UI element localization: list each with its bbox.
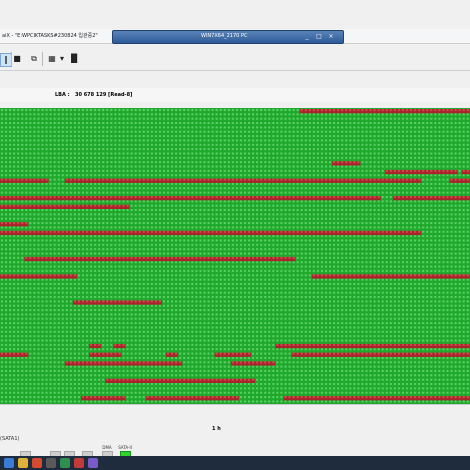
bad-sector-run: [64, 178, 422, 183]
bad-sector-run: [24, 256, 296, 262]
sector-map: [0, 108, 470, 404]
bad-sector-run: [0, 204, 130, 209]
bad-sector-run: [89, 343, 102, 349]
chart-button[interactable]: ▐▌: [68, 53, 80, 65]
minimize-button[interactable]: _: [303, 33, 311, 41]
bad-sector-run: [81, 396, 126, 401]
restore-button[interactable]: □: [315, 33, 323, 41]
close-button[interactable]: ×: [327, 33, 335, 41]
media-icon[interactable]: [46, 458, 56, 468]
bad-sector-run: [145, 396, 239, 401]
sata-port-label: (SATA1): [0, 436, 20, 442]
bad-sector-run: [384, 169, 458, 175]
copy-button[interactable]: ⧉: [28, 53, 40, 65]
bad-sector-run: [214, 352, 251, 357]
bad-sector-run: [166, 352, 179, 357]
good-sector-area: [0, 108, 470, 404]
indicator-caption: [80, 445, 94, 450]
app-icon[interactable]: [88, 458, 98, 468]
view-mode-dropdown-icon[interactable]: ▾: [59, 53, 65, 65]
remote-session-title: WIN7X64_2170 PC: [201, 33, 248, 39]
indicator-caption: [18, 445, 32, 450]
bad-sector-run: [461, 169, 470, 175]
bad-sector-run: [0, 196, 381, 201]
bad-sector-run: [449, 178, 470, 183]
stop-button[interactable]: ■: [12, 53, 22, 65]
bad-sector-run: [311, 274, 470, 279]
window-title: aiX - "E:WPCIKTASKS#230824 입관중2": [2, 33, 98, 39]
bad-sector-run: [64, 361, 183, 366]
bad-sector-run: [113, 343, 126, 349]
bad-sector-run: [291, 352, 470, 357]
remote-session-bar[interactable]: WIN7X64_2170 PC _ □ ×: [112, 30, 344, 44]
bad-sector-run: [283, 396, 470, 401]
game-icon[interactable]: [60, 458, 70, 468]
bad-sector-run: [230, 361, 276, 366]
bad-sector-run: [105, 378, 256, 383]
bad-sector-run: [89, 352, 122, 357]
bad-sector-run: [275, 343, 470, 349]
toolbar-separator: [42, 52, 43, 66]
bad-sector-run: [392, 196, 470, 201]
bad-sector-run: [0, 222, 29, 227]
taskbar: [0, 456, 470, 470]
lba-value: 30 678 129 [Read-8]: [75, 92, 133, 98]
indicator-caption: DMA: [102, 445, 112, 450]
bad-sector-run: [332, 161, 361, 166]
view-mode-button[interactable]: ▦: [46, 53, 58, 65]
lba-info-bar: LBA : 30 678 129 [Read-8]: [0, 88, 470, 102]
bad-sector-run: [0, 230, 422, 236]
status-panel: 1 h (SATA1) INFABRTONAMNDMAIRQSATA-IIPHY: [0, 404, 470, 462]
indicator-caption: [62, 445, 76, 450]
bad-sector-run: [72, 300, 162, 305]
start-icon[interactable]: [4, 458, 14, 468]
lba-label: LBA :: [55, 92, 70, 98]
browser-icon[interactable]: [32, 458, 42, 468]
explorer-icon[interactable]: [18, 458, 28, 468]
bad-sector-run: [299, 109, 470, 114]
bad-sector-run: [0, 178, 49, 183]
bad-sector-run: [0, 352, 29, 357]
music-icon[interactable]: [74, 458, 84, 468]
indicator-caption: SATA-II: [118, 445, 132, 450]
indicator-caption: [48, 445, 62, 450]
elapsed-time: 1 h: [212, 426, 221, 432]
toolbar: ‖ ■ ⧉ ▦ ▾ ▐▌: [0, 48, 470, 71]
bad-sector-run: [0, 274, 77, 279]
